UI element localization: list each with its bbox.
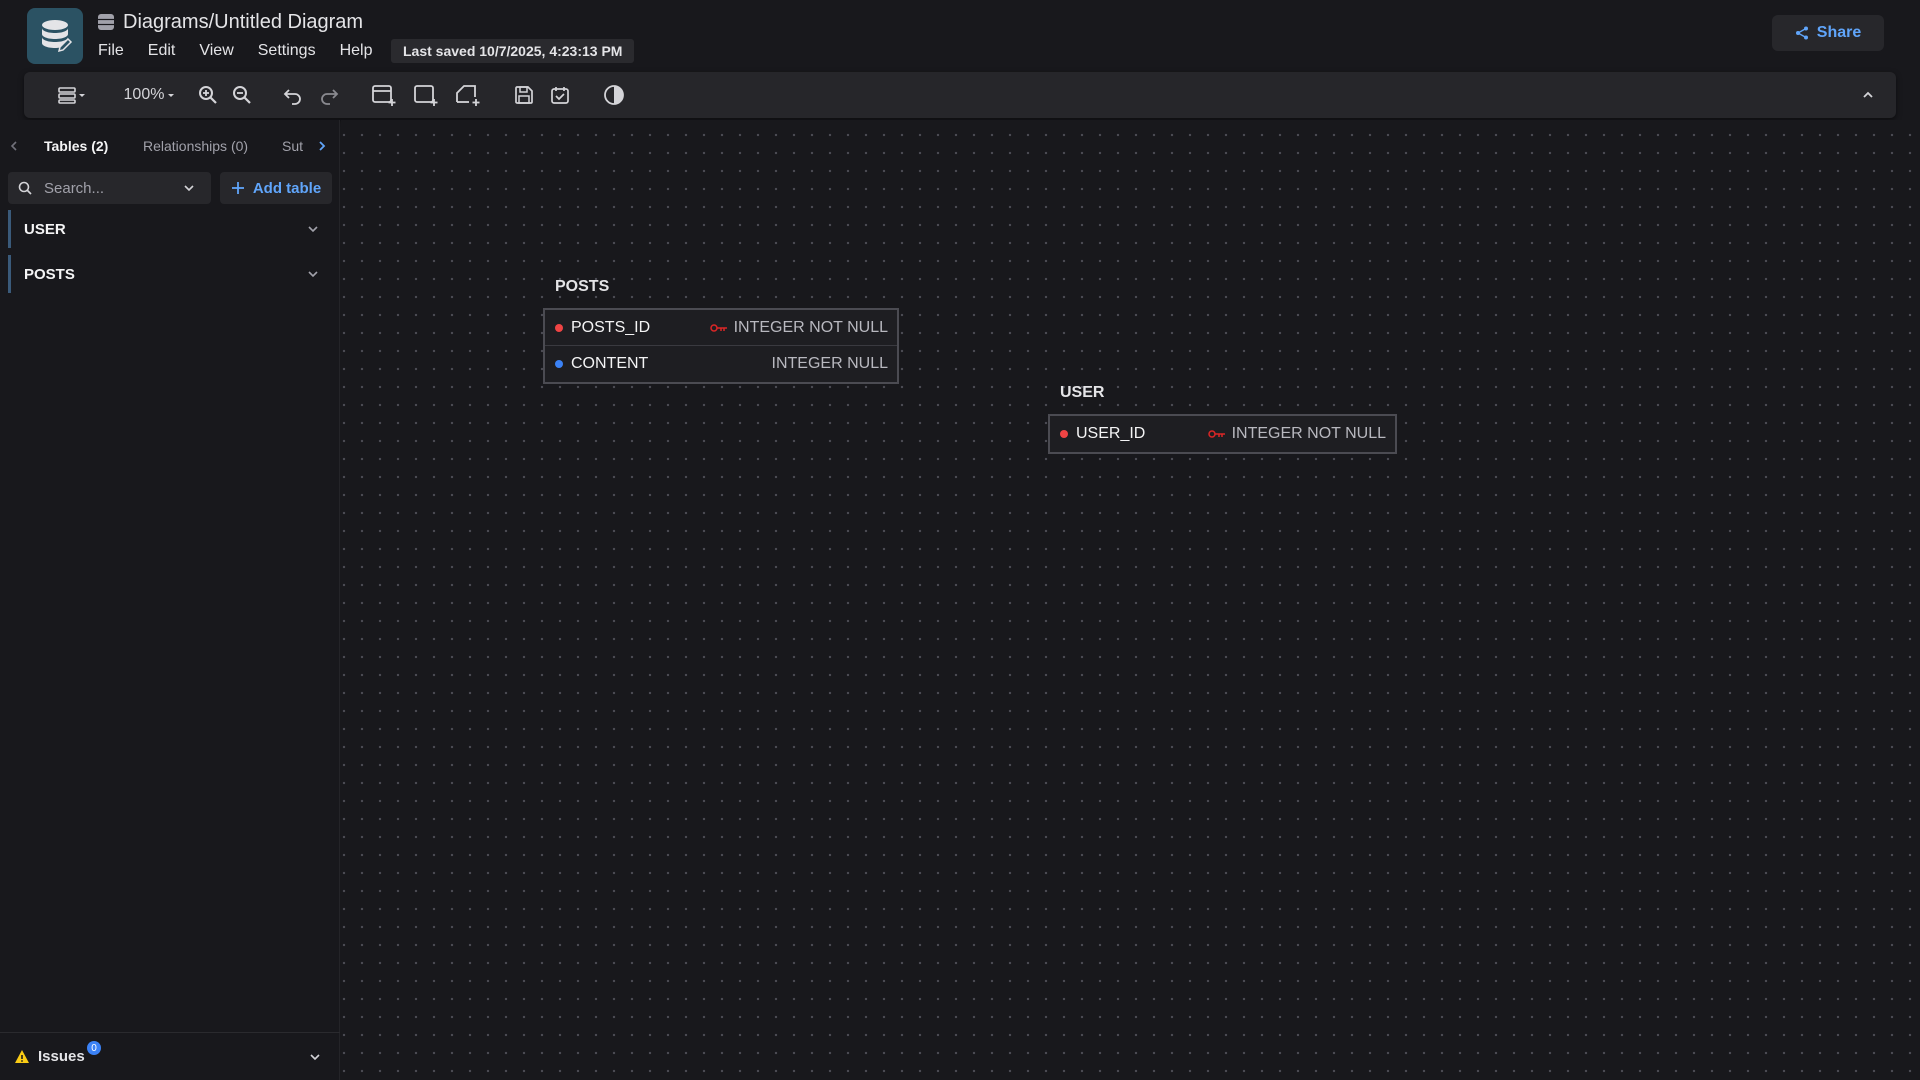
table-item-name: POSTS	[24, 265, 75, 283]
zoom-level: 100%	[123, 86, 165, 103]
tab-relationships[interactable]: Relationships (0)	[143, 130, 248, 162]
key-icon	[709, 323, 727, 332]
chevron-down-icon[interactable]	[306, 222, 320, 236]
issues-label: Issues	[38, 1048, 85, 1065]
last-saved-badge: Last saved 10/7/2025, 4:23:13 PM	[391, 39, 635, 63]
add-table-tool-button[interactable]	[368, 72, 400, 118]
save-icon	[515, 86, 533, 104]
add-note-button[interactable]	[452, 72, 484, 118]
sidebar-tabs: Tables (2) Relationships (0) Sut	[0, 130, 340, 162]
undo-icon	[283, 89, 301, 105]
zoom-out-button[interactable]	[228, 72, 256, 118]
sidebar: Tables (2) Relationships (0) Sut Add tab…	[0, 120, 340, 1080]
share-button[interactable]: Share	[1772, 15, 1884, 51]
chevron-down-icon[interactable]	[182, 181, 196, 195]
area-plus-icon	[414, 85, 438, 106]
zoom-in-button[interactable]	[194, 72, 222, 118]
table-body: USER_ID INTEGER NOT NULL	[1048, 414, 1397, 454]
chevron-down-icon[interactable]	[308, 1050, 322, 1064]
table-item-name: USER	[24, 220, 66, 238]
table-header-name: POSTS	[555, 278, 610, 295]
table-plus-icon	[372, 85, 396, 106]
table-row[interactable]: CONTENT INTEGER NULL	[545, 346, 897, 382]
add-area-button[interactable]	[410, 72, 442, 118]
pk-dot-icon	[555, 323, 563, 332]
issues-panel[interactable]: Issues 0	[0, 1032, 340, 1080]
chevron-up-icon	[1863, 91, 1873, 98]
table-row[interactable]: USER_ID INTEGER NOT NULL	[1050, 416, 1395, 452]
database-file-icon	[98, 14, 114, 30]
chevron-down-icon[interactable]	[306, 267, 320, 281]
column-type: INTEGER NOT NULL	[733, 318, 888, 336]
diagram-canvas[interactable]: POSTS POSTS_ID INTEGER NOT NULL CONTENT …	[341, 120, 1920, 1080]
table-search-box	[8, 172, 211, 204]
key-icon	[1207, 430, 1225, 438]
column-name: POSTS_ID	[571, 318, 651, 336]
chevron-left-icon	[10, 141, 17, 151]
redo-icon	[321, 89, 339, 105]
warning-icon	[15, 1049, 29, 1063]
menu-bar: File Edit View Settings Help	[98, 40, 396, 62]
zoom-out-icon	[233, 86, 251, 104]
sidebar-table-posts[interactable]: POSTS	[8, 255, 332, 293]
zoom-level-dropdown[interactable]: 100%	[121, 72, 179, 118]
share-label: Share	[1816, 24, 1862, 41]
chevron-right-icon	[319, 141, 326, 151]
share-icon	[1795, 26, 1808, 40]
diagram-title-row: Diagrams/Untitled Diagram	[97, 10, 363, 34]
search-icon	[18, 181, 32, 195]
menu-edit[interactable]: Edit	[148, 40, 188, 62]
undo-button[interactable]	[279, 72, 307, 118]
column-name: USER_ID	[1076, 425, 1146, 442]
tab-tables[interactable]: Tables (2)	[44, 130, 108, 162]
column-name: CONTENT	[571, 355, 649, 372]
issues-count-badge: 0	[87, 1041, 101, 1055]
table-body: POSTS_ID INTEGER NOT NULL CONTENT INTEGE…	[543, 308, 899, 384]
column-dot-icon	[555, 360, 563, 368]
layout-icon	[58, 87, 85, 104]
timeline-button[interactable]	[546, 72, 574, 118]
table-row[interactable]: POSTS_ID INTEGER NOT NULL	[545, 310, 897, 346]
tabs-scroll-left-button[interactable]	[8, 130, 26, 162]
contrast-icon	[604, 85, 624, 105]
toolbar: 100%	[24, 72, 1896, 118]
calendar-check-icon	[551, 87, 569, 104]
sidebar-table-user[interactable]: USER	[8, 210, 332, 248]
note-plus-icon	[456, 85, 480, 106]
collapse-toolbar-button[interactable]	[1854, 72, 1882, 118]
canvas-table-user[interactable]: USER USER_ID INTEGER NOT NULL	[1048, 384, 1397, 454]
menu-settings[interactable]: Settings	[258, 40, 328, 62]
theme-toggle-button[interactable]	[600, 72, 628, 118]
caret-down-icon	[168, 94, 175, 97]
column-type: INTEGER NULL	[771, 355, 888, 372]
app-header: Diagrams/Untitled Diagram File Edit View…	[0, 0, 1920, 70]
zoom-in-icon	[199, 86, 217, 104]
search-input[interactable]	[44, 179, 174, 197]
column-type: INTEGER NOT NULL	[1231, 425, 1386, 442]
database-icon	[42, 20, 73, 53]
table-header-name: USER	[1060, 384, 1105, 401]
menu-help[interactable]: Help	[340, 40, 385, 62]
pk-dot-icon	[1060, 430, 1068, 438]
diagram-title[interactable]: Diagrams/Untitled Diagram	[123, 11, 363, 34]
save-button[interactable]	[510, 72, 538, 118]
menu-view[interactable]: View	[199, 40, 245, 62]
tabs-scroll-right-button[interactable]	[316, 130, 334, 162]
redo-button[interactable]	[315, 72, 343, 118]
plus-icon	[231, 182, 244, 194]
tab-subject-areas[interactable]: Sut	[282, 130, 308, 162]
app-logo[interactable]	[27, 8, 83, 64]
add-table-label: Add table	[252, 179, 322, 197]
add-table-button[interactable]: Add table	[220, 172, 332, 204]
canvas-table-posts[interactable]: POSTS POSTS_ID INTEGER NOT NULL CONTENT …	[543, 278, 899, 384]
layout-dropdown-button[interactable]	[52, 72, 92, 118]
menu-file[interactable]: File	[98, 40, 136, 62]
